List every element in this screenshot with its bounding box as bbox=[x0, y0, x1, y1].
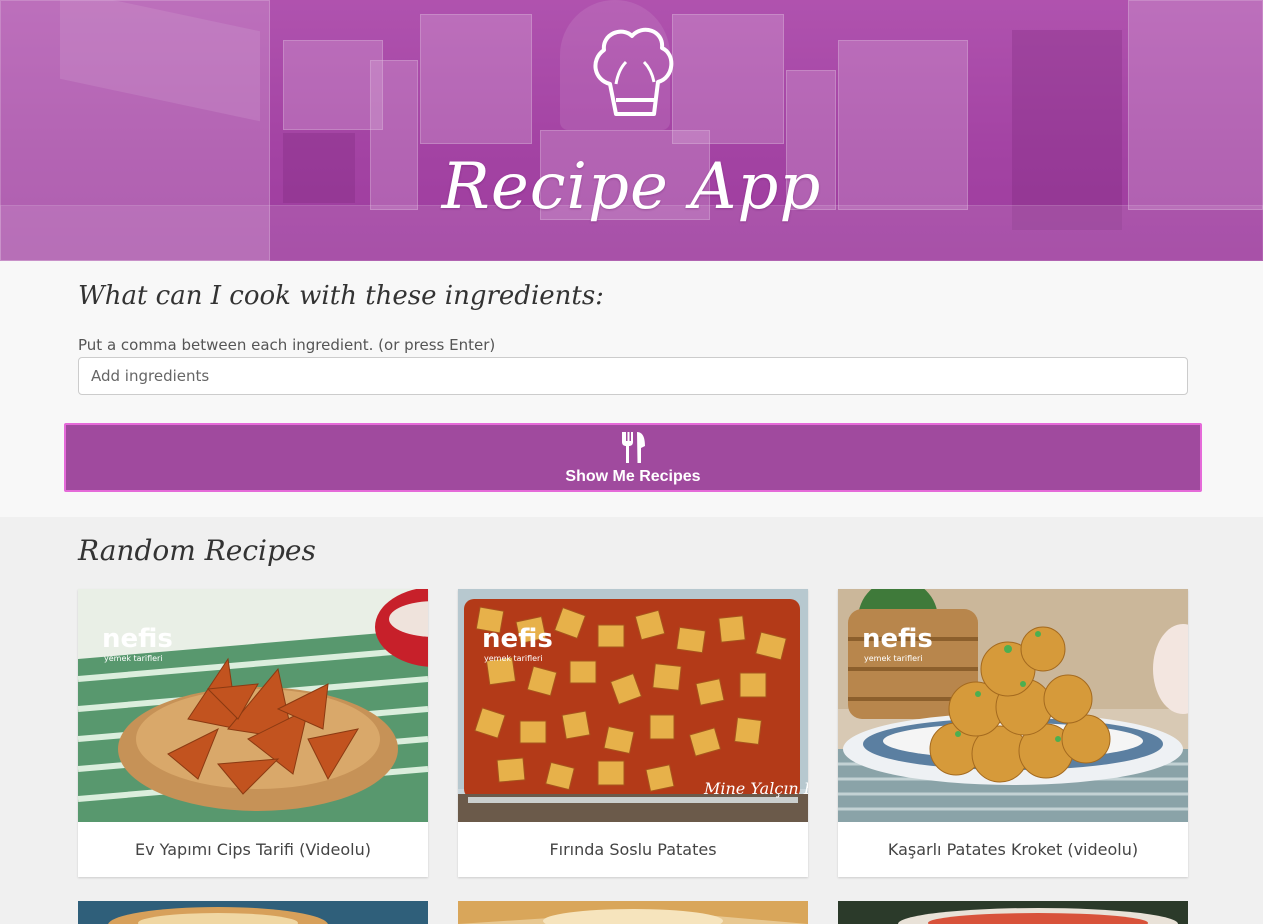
recipe-card[interactable]: nefis yemek tarifleri Kaşarlı Patates Kr… bbox=[838, 589, 1188, 877]
recipe-image bbox=[458, 901, 808, 924]
recipe-image: nefis yemek tarifleri bbox=[838, 589, 1188, 822]
fork-knife-icon bbox=[622, 431, 645, 463]
random-recipes-heading: Random Recipes bbox=[78, 534, 316, 567]
ingredient-search-section: What can I cook with these ingredients: … bbox=[0, 261, 1263, 517]
app-title: Recipe App bbox=[441, 150, 822, 224]
show-recipes-label: Show Me Recipes bbox=[565, 467, 701, 485]
recipe-card[interactable]: nefis yemek tarifleri Ev Yapımı Cips Tar… bbox=[78, 589, 428, 877]
recipe-card[interactable] bbox=[458, 901, 808, 924]
recipe-name: Fırında Soslu Patates bbox=[549, 840, 717, 859]
nefis-logo: nefis bbox=[102, 624, 173, 654]
recipe-image: nefis yemek tarifleri Mine Yalçın Budak bbox=[458, 589, 808, 822]
hero-header: Recipe App bbox=[0, 0, 1263, 261]
search-heading: What can I cook with these ingredients: bbox=[78, 281, 604, 311]
recipe-name: Kaşarlı Patates Kroket (videolu) bbox=[887, 840, 1139, 859]
recipe-card[interactable] bbox=[78, 901, 428, 924]
svg-text:yemek tarifleri: yemek tarifleri bbox=[864, 654, 923, 663]
svg-text:yemek tarifleri: yemek tarifleri bbox=[104, 654, 163, 663]
photographer-watermark: Mine Yalçın Budak bbox=[703, 779, 808, 798]
recipe-image bbox=[78, 901, 428, 924]
recipe-name: Ev Yapımı Cips Tarifi (Videolu) bbox=[135, 840, 371, 859]
svg-text:yemek tarifleri: yemek tarifleri bbox=[484, 654, 543, 663]
nefis-logo: nefis bbox=[482, 624, 553, 654]
recipe-card[interactable] bbox=[838, 901, 1188, 924]
chef-hat-icon bbox=[593, 27, 674, 116]
ingredients-input[interactable] bbox=[78, 357, 1188, 395]
recipe-card[interactable]: nefis yemek tarifleri Mine Yalçın Budak … bbox=[458, 589, 808, 877]
recipe-image bbox=[838, 901, 1188, 924]
nefis-logo: nefis bbox=[862, 624, 933, 654]
search-hint: Put a comma between each ingredient. (or… bbox=[78, 336, 496, 354]
recipe-image: nefis yemek tarifleri bbox=[78, 589, 428, 822]
show-recipes-button[interactable]: Show Me Recipes bbox=[64, 423, 1202, 492]
